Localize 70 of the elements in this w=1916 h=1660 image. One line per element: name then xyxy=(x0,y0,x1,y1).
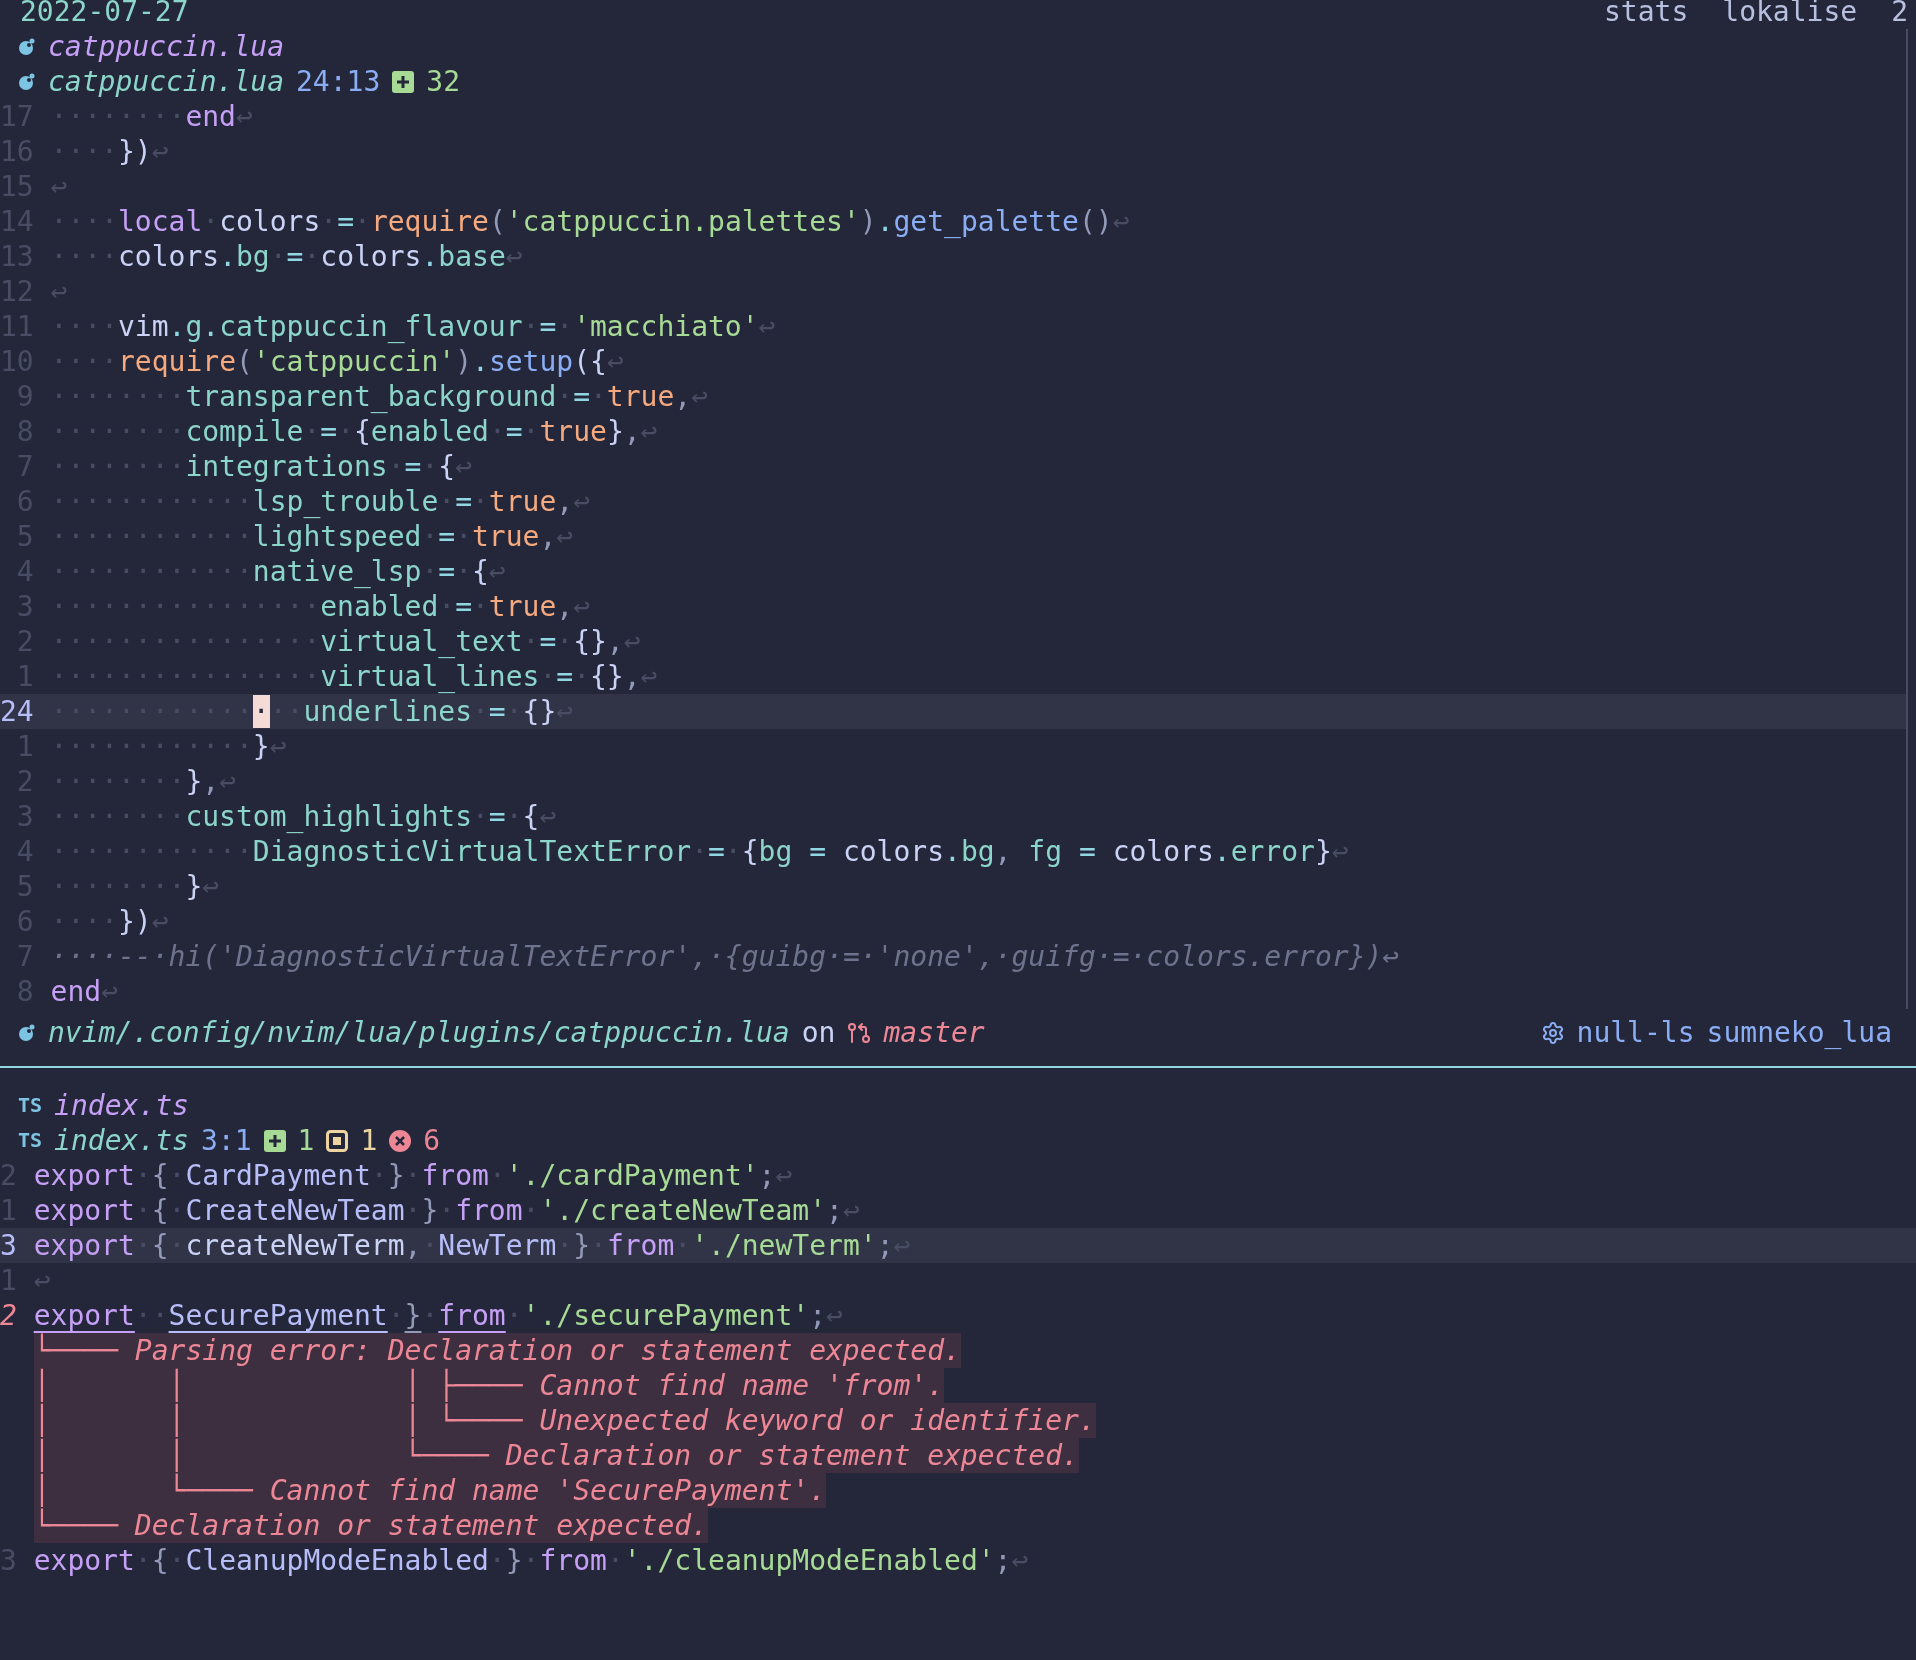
code-line: ········compile·=·{enabled·=·true},↩ xyxy=(50,414,658,449)
code-line: ················virtual_lines·=·{},↩ xyxy=(50,659,658,694)
code-line: ········custom_highlights·=·{↩ xyxy=(50,799,557,834)
tab-label[interactable]: stats xyxy=(1604,0,1689,29)
branch-name: master xyxy=(883,1015,985,1050)
code-line: ····vim.g.catppuccin_flavour·=·'macchiato'↩ xyxy=(50,309,776,344)
date-text: 2022-07-27 xyxy=(20,0,189,29)
file-path: nvim/.config/nvim/lua/plugins/catppuccin.lua xyxy=(48,1015,790,1050)
window-title: index.ts xyxy=(54,1088,189,1123)
lua-file-icon xyxy=(18,1023,36,1042)
code-line: ············}↩ xyxy=(50,729,287,764)
diagnostic-message: └──── Declaration or statement expected. xyxy=(33,1508,708,1543)
on-label: on xyxy=(801,1015,836,1050)
code-line: ↩ xyxy=(50,274,68,309)
code-line: ················enabled·=·true,↩ xyxy=(50,589,590,624)
plus-square-icon xyxy=(392,70,415,93)
lua-file-icon xyxy=(18,72,36,91)
code-line: ············native_lsp·=·{↩ xyxy=(50,554,506,589)
error-circle-icon xyxy=(389,1129,412,1152)
diagnostic-message: │ │ │ └──── Unexpected keyword or identifier. xyxy=(33,1403,1096,1438)
code-line: ····})↩ xyxy=(50,904,169,939)
file-name: index.ts xyxy=(54,1123,189,1158)
code-line: ····require('catppuccin').setup({↩ xyxy=(50,344,624,379)
code-line: ····})↩ xyxy=(50,134,169,169)
lsp-client: sumneko_lua xyxy=(1706,1015,1892,1050)
code-line: export··SecurePayment·}·from·'./securePayment';↩ xyxy=(33,1298,843,1333)
code-line: ↩ xyxy=(50,169,68,204)
diagnostic-message: │ │ │ ├──── Cannot find name 'from'. xyxy=(33,1368,944,1403)
code-line: ············lsp_trouble·=·true,↩ xyxy=(50,484,590,519)
branch-icon xyxy=(847,1020,872,1045)
lsp-client: null-ls xyxy=(1576,1015,1695,1050)
lua-file-icon xyxy=(18,37,36,56)
file-name: catppuccin.lua xyxy=(48,64,284,99)
code-line: ····colors.bg·=·colors.base↩ xyxy=(50,239,523,274)
changed-count: 1 xyxy=(360,1123,378,1158)
code-line: end↩ xyxy=(50,974,118,1009)
code-line: ········},↩ xyxy=(50,764,236,799)
code-line: ···············underlines·=·{}↩ xyxy=(50,694,574,729)
code-line: ············DiagnosticVirtualTextError·=·{bg = colors.bg, fg = colors.error}↩ xyxy=(50,834,1349,869)
code-line: ········integrations·=·{↩ xyxy=(50,449,472,484)
typescript-label: TS xyxy=(18,1127,43,1154)
window-title: catppuccin.lua xyxy=(48,29,284,64)
settings-icon xyxy=(1540,1020,1565,1045)
diagnostic-message: │ └──── Cannot find name 'SecurePayment'. xyxy=(33,1473,826,1508)
diagnostic-message: │ │ └──── Declaration or statement expected. xyxy=(33,1438,1079,1473)
code-line: ········}↩ xyxy=(50,869,220,904)
code-line: export·{·createNewTerm,·NewTerm·}·from·'./newTerm';↩ xyxy=(33,1228,911,1263)
tab-label[interactable]: 2 xyxy=(1891,0,1908,29)
code-line: export·{·CleanupModeEnabled·}·from·'./cleanupModeEnabled';↩ xyxy=(33,1543,1029,1578)
code-line: export·{·CardPayment·}·from·'./cardPayment';↩ xyxy=(33,1158,793,1193)
line-number: 24 xyxy=(0,694,34,729)
code-line: ↩ xyxy=(33,1263,51,1298)
code-line: ············lightspeed·=·true,↩ xyxy=(50,519,574,554)
error-count: 6 xyxy=(423,1123,441,1158)
cursor-position: 3:1 xyxy=(200,1123,252,1158)
code-line: ········end↩ xyxy=(50,99,253,134)
code-line: ········transparent_background·=·true,↩ xyxy=(50,379,708,414)
code-line: ················virtual_text·=·{},↩ xyxy=(50,624,641,659)
cursor-position: 24:13 xyxy=(296,64,381,99)
code-line: ····local·colors·=·require('catppuccin.palettes').get_palette()↩ xyxy=(50,204,1130,239)
added-count: 32 xyxy=(426,64,461,99)
added-count: 1 xyxy=(297,1123,315,1158)
line-number: 2 xyxy=(0,1298,17,1333)
line-number: 3 xyxy=(0,1228,17,1263)
diagnostic-message: └──── Parsing error: Declaration or statement expected. xyxy=(33,1333,961,1368)
plus-square-icon xyxy=(263,1129,286,1152)
code-line: ····--·hi('DiagnosticVirtualTextError',·{guibg·=·'none',·guifg·=·colors.error})↩ xyxy=(50,939,1400,974)
tab-label[interactable]: lokalise xyxy=(1722,0,1858,29)
code-line: export·{·CreateNewTeam·}·from·'./createNewTeam';↩ xyxy=(33,1193,860,1228)
typescript-label: TS xyxy=(18,1092,43,1119)
